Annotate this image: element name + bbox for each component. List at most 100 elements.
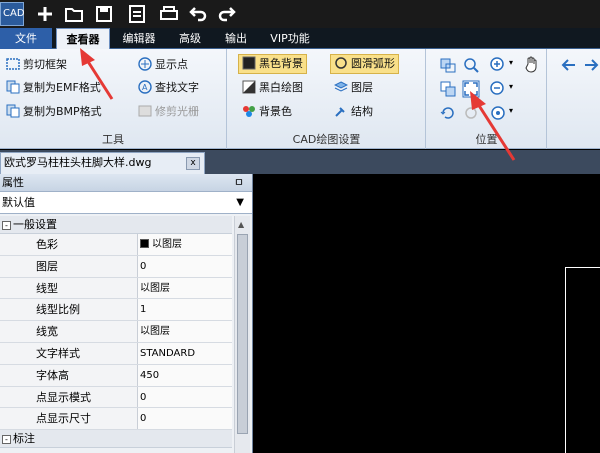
property-row[interactable]: 点显示尺寸 0: [0, 408, 232, 431]
black-background-toggle[interactable]: 黑色背景: [238, 54, 307, 74]
drawing-frame-line: [565, 267, 600, 453]
zoom-in-icon[interactable]: [489, 56, 507, 74]
clip-frame-button[interactable]: 剪切框架: [6, 55, 67, 75]
close-icon[interactable]: x: [186, 157, 200, 170]
property-name: 线宽: [0, 321, 138, 342]
smooth-arc-toggle[interactable]: 圆滑弧形: [330, 54, 399, 74]
new-icon[interactable]: [34, 3, 56, 25]
object-selector[interactable]: 默认值 ▼: [0, 192, 252, 214]
tab-editor[interactable]: 编辑器: [114, 28, 164, 49]
zoom-extents-dropdown-icon[interactable]: ▾: [509, 106, 513, 115]
arrow-left-icon[interactable]: [560, 56, 578, 74]
property-value[interactable]: 以图层: [138, 277, 232, 299]
tab-viewer[interactable]: 查看器: [56, 28, 110, 49]
category-label: 一般设置: [13, 218, 57, 231]
tools-group-label: 工具: [102, 133, 124, 146]
property-name: 线型比例: [0, 299, 138, 321]
property-row[interactable]: 图层 0: [0, 255, 232, 278]
properties-panel-title: 属性: [2, 176, 24, 189]
trim-raster-icon: [138, 104, 152, 118]
property-value-text: 以图层: [152, 239, 182, 250]
property-row[interactable]: 线型 以图层: [0, 277, 232, 300]
zoom-extents-icon[interactable]: [489, 104, 507, 122]
property-value[interactable]: 0: [138, 255, 232, 277]
undo-icon[interactable]: [187, 3, 209, 25]
color-swatch: [140, 239, 149, 248]
tab-file[interactable]: 文件: [0, 28, 52, 49]
layers-icon: [333, 80, 349, 94]
property-value[interactable]: STANDARD: [138, 342, 232, 364]
chevron-down-icon[interactable]: ▼: [236, 192, 244, 213]
find-text-button[interactable]: A 查找文字: [138, 78, 199, 98]
property-value[interactable]: 1: [138, 299, 232, 321]
trim-raster-button[interactable]: 修剪光栅: [138, 102, 199, 122]
property-value[interactable]: 0: [138, 386, 232, 408]
property-row[interactable]: 色彩 以图层: [0, 234, 232, 256]
tab-output[interactable]: 输出: [216, 28, 256, 49]
category-general[interactable]: - 一般设置: [0, 216, 232, 234]
arrow-right-icon[interactable]: [582, 56, 600, 74]
print-icon[interactable]: [158, 3, 180, 25]
bw-drawing-button[interactable]: 黑白绘图: [242, 78, 303, 98]
zoom-out-icon[interactable]: [489, 80, 507, 98]
property-row[interactable]: 文字样式 STANDARD: [0, 342, 232, 365]
document-tab[interactable]: 欧式罗马柱柱头柱脚大样.dwg x: [0, 152, 205, 174]
tab-advanced[interactable]: 高级: [170, 28, 210, 49]
property-value[interactable]: 450: [138, 364, 232, 386]
zoom-window-icon[interactable]: [462, 56, 480, 74]
property-row[interactable]: 点显示模式 0: [0, 386, 232, 409]
find-text-icon: A: [138, 80, 152, 94]
property-name: 点显示尺寸: [0, 408, 138, 430]
property-row[interactable]: 线宽 以图层: [0, 321, 232, 343]
layers-button[interactable]: 图层: [333, 78, 373, 98]
show-points-label: 显示点: [155, 58, 188, 71]
rotate-view-icon[interactable]: [439, 104, 457, 122]
scroll-up-icon[interactable]: ▲: [238, 220, 244, 229]
find-text-label: 查找文字: [155, 81, 199, 94]
scrollbar-thumb[interactable]: [237, 234, 248, 434]
cad-settings-group: 黑色背景 圆滑弧形 黑白绘图 图层 背景色 结构 CAD绘图设置: [228, 49, 426, 149]
points-icon: [138, 57, 152, 71]
open-folder-icon[interactable]: [63, 3, 85, 25]
copy-bmp-icon: [6, 104, 20, 118]
pin-icon[interactable]: ㅁ: [234, 174, 244, 192]
show-points-button[interactable]: 显示点: [138, 55, 188, 75]
property-value[interactable]: 以图层: [138, 234, 232, 255]
fit-to-window-icon[interactable]: [462, 80, 480, 98]
structure-label: 结构: [351, 105, 373, 118]
app-logo: CAD: [0, 2, 25, 26]
drawing-canvas[interactable]: [254, 174, 600, 453]
tab-vip[interactable]: VIP功能: [262, 28, 318, 49]
pan-hand-icon[interactable]: [523, 55, 541, 73]
tools-group: 剪切框架 复制为EMF格式 复制为BMP格式 显示点 A 查找文字 修剪光栅 工具: [0, 49, 227, 149]
copy-view-icon[interactable]: [439, 80, 457, 98]
trim-raster-label: 修剪光栅: [155, 105, 199, 118]
menu-bar: 文件 查看器 编辑器 高级 输出 VIP功能: [0, 28, 600, 49]
property-name: 字体高: [0, 364, 138, 386]
category-dimension[interactable]: - 标注: [0, 430, 232, 449]
structure-button[interactable]: 结构: [334, 102, 373, 122]
collapse-icon[interactable]: -: [2, 435, 11, 445]
property-value[interactable]: 以图层: [138, 321, 232, 342]
properties-panel-header: 属性 ㅁ: [0, 174, 252, 192]
property-scrollbar[interactable]: ▲: [234, 216, 250, 453]
document-tab-title: 欧式罗马柱柱头柱脚大样.dwg: [4, 156, 152, 169]
save-icon[interactable]: [93, 3, 115, 25]
copy-emf-button[interactable]: 复制为EMF格式: [6, 78, 101, 98]
zoom-in-dropdown-icon[interactable]: ▾: [509, 58, 513, 67]
background-color-button[interactable]: 背景色: [242, 102, 292, 122]
previous-view-icon[interactable]: [462, 104, 480, 122]
window-select-icon[interactable]: [439, 56, 457, 74]
save-as-icon[interactable]: [126, 3, 148, 25]
copy-bmp-label: 复制为BMP格式: [23, 105, 102, 118]
bw-drawing-label: 黑白绘图: [259, 81, 303, 94]
zoom-out-dropdown-icon[interactable]: ▾: [509, 82, 513, 91]
property-row[interactable]: 字体高 450: [0, 364, 232, 387]
property-row[interactable]: 线型比例 1: [0, 299, 232, 322]
collapse-icon[interactable]: -: [2, 221, 11, 230]
redo-icon[interactable]: [216, 3, 238, 25]
copy-bmp-button[interactable]: 复制为BMP格式: [6, 102, 102, 122]
property-value[interactable]: 0: [138, 408, 232, 430]
copy-emf-label: 复制为EMF格式: [23, 81, 101, 94]
property-name: 点显示模式: [0, 386, 138, 408]
